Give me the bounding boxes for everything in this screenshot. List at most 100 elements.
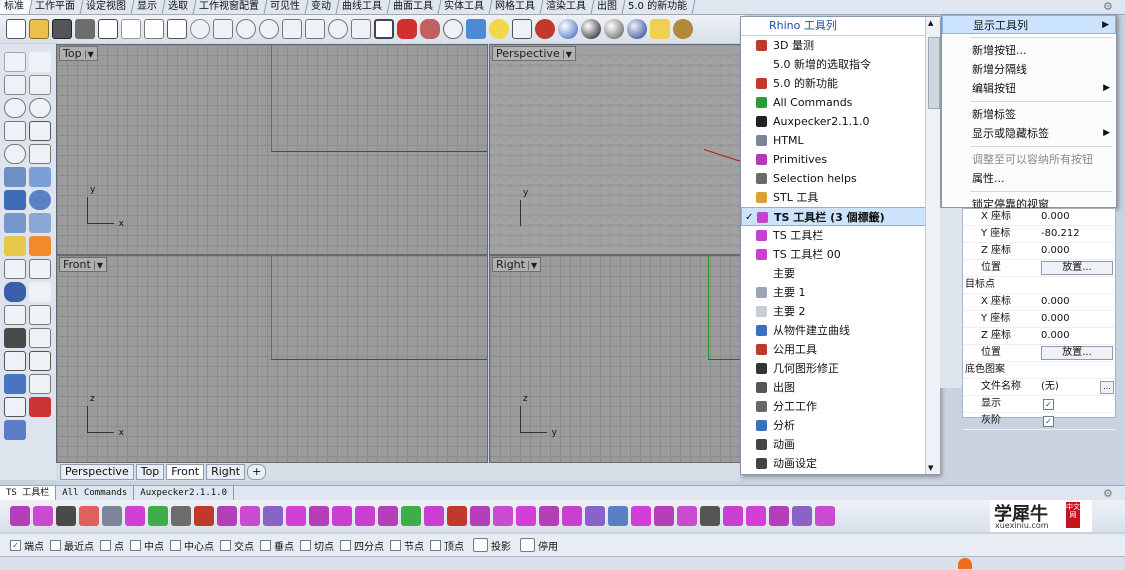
- toolbar-list-item[interactable]: HTML: [741, 131, 939, 150]
- toolbar-list-item[interactable]: 公用工具: [741, 340, 939, 359]
- tab-viewport-layout[interactable]: 工作视窗配置: [193, 0, 268, 14]
- ts-tool-icon[interactable]: [378, 506, 398, 526]
- zoom-icon[interactable]: [259, 19, 279, 39]
- ts-tool-icon[interactable]: [33, 506, 53, 526]
- undo-view-icon[interactable]: [351, 19, 371, 39]
- toolbar-list-item[interactable]: 出图: [741, 378, 939, 397]
- text-icon[interactable]: [4, 328, 26, 348]
- menu-item-edit-button[interactable]: 编辑按钮 ▶: [942, 79, 1116, 98]
- ts-tool-icon[interactable]: [102, 506, 122, 526]
- osnap-disable[interactable]: 停用: [520, 538, 558, 553]
- chevron-down-icon[interactable]: ▼: [562, 50, 572, 59]
- ts-tool-icon[interactable]: [240, 506, 260, 526]
- rectangle-icon[interactable]: [29, 121, 51, 141]
- scroll-up-icon[interactable]: ▲: [928, 19, 933, 27]
- dimension-icon[interactable]: [29, 328, 51, 348]
- show-checkbox[interactable]: ✓: [1043, 399, 1054, 410]
- ts-tool-icon[interactable]: [539, 506, 559, 526]
- copy-icon[interactable]: [144, 19, 164, 39]
- toolbar-list-item[interactable]: 从物件建立曲线: [741, 321, 939, 340]
- rotate-view-icon[interactable]: [236, 19, 256, 39]
- explode-icon[interactable]: [29, 236, 51, 256]
- curve-icon[interactable]: [29, 75, 51, 95]
- render-sphere-black-icon[interactable]: [581, 19, 601, 39]
- scrollbar-thumb[interactable]: [928, 37, 940, 109]
- dots-icon[interactable]: [29, 282, 51, 302]
- add-viewport-tab-button[interactable]: +: [247, 464, 267, 480]
- tab-standard[interactable]: 标准: [0, 0, 33, 14]
- osnap-item[interactable]: 顶点: [430, 538, 464, 553]
- ts-tool-icon[interactable]: [493, 506, 513, 526]
- tab-auxpecker[interactable]: Auxpecker2.1.1.0: [134, 486, 234, 500]
- analysis-icon[interactable]: [29, 397, 51, 417]
- ts-tool-icon[interactable]: [332, 506, 352, 526]
- toolbar-list-item[interactable]: STL 工具: [741, 188, 939, 207]
- osnap-item[interactable]: 四分点: [340, 538, 384, 553]
- ts-tool-icon[interactable]: [746, 506, 766, 526]
- tab-curve-tools[interactable]: 曲线工具: [336, 0, 391, 14]
- ts-tool-icon[interactable]: [355, 506, 375, 526]
- tab-transform[interactable]: 变动: [305, 0, 340, 14]
- spheres-icon[interactable]: [29, 190, 51, 210]
- point-icon[interactable]: [29, 52, 51, 72]
- grid-array-icon[interactable]: [4, 397, 26, 417]
- mesh-icon[interactable]: [29, 213, 51, 233]
- zoom-window-icon[interactable]: [282, 19, 302, 39]
- ts-tool-icon[interactable]: [631, 506, 651, 526]
- app-tray-icon[interactable]: [958, 558, 972, 569]
- save-icon[interactable]: [52, 19, 72, 39]
- toolbar-list-item[interactable]: TS 工具栏: [741, 226, 939, 245]
- viewport-tab-perspective[interactable]: Perspective: [60, 464, 134, 480]
- osnap-item[interactable]: ✓ 端点: [10, 538, 44, 553]
- fillet-icon[interactable]: [29, 144, 51, 164]
- ts-tool-icon[interactable]: [125, 506, 145, 526]
- menu-item-show-hide-tabs[interactable]: 显示或隐藏标签 ▶: [942, 124, 1116, 143]
- toolbar-list-item[interactable]: 动画设定: [741, 454, 939, 473]
- new-file-icon[interactable]: [6, 19, 26, 39]
- osnap-checkbox[interactable]: ✓: [10, 539, 21, 551]
- osnap-project[interactable]: 投影: [473, 538, 511, 553]
- viewport-perspective[interactable]: Perspective ▼ y: [489, 44, 741, 255]
- toolbar-list-item[interactable]: 主要 2: [741, 302, 939, 321]
- render-sphere-navy-icon[interactable]: [627, 19, 647, 39]
- viewport-front[interactable]: Front ▼ z x: [56, 255, 488, 463]
- gear-icon[interactable]: ⚙: [1103, 487, 1113, 500]
- scroll-down-icon[interactable]: ▼: [928, 464, 933, 472]
- toolbar-list-item[interactable]: 分工工作: [741, 397, 939, 416]
- tab-drafting[interactable]: 出图: [591, 0, 626, 14]
- ts-tool-icon[interactable]: [10, 506, 30, 526]
- cplane-icon[interactable]: [443, 19, 463, 39]
- render-sphere-blue-icon[interactable]: [558, 19, 578, 39]
- osnap-checkbox[interactable]: [340, 539, 351, 551]
- tab-visibility[interactable]: 可见性: [264, 0, 309, 14]
- toolbar-list-item[interactable]: 分析: [741, 416, 939, 435]
- toolbar-list-item[interactable]: ✓ TS 工具栏 (3 個標籤): [741, 207, 939, 226]
- tab-ts-toolbar[interactable]: TS 工具栏: [0, 486, 57, 500]
- four-view-icon[interactable]: [374, 19, 394, 39]
- box-icon[interactable]: [4, 190, 26, 210]
- boolean-icon[interactable]: [4, 282, 26, 302]
- osnap-item[interactable]: 节点: [390, 538, 424, 553]
- arc-icon[interactable]: [29, 98, 51, 118]
- ts-tool-icon[interactable]: [562, 506, 582, 526]
- osnap-checkbox[interactable]: [170, 539, 181, 551]
- tab-set-view[interactable]: 设定视图: [80, 0, 135, 14]
- osnap-item[interactable]: 交点: [220, 538, 254, 553]
- tab-new-in-v5[interactable]: 5.0 的新功能: [622, 0, 696, 14]
- place-target-button[interactable]: 放置...: [1041, 346, 1113, 360]
- chevron-down-icon[interactable]: ▼: [84, 50, 94, 59]
- menu-item-properties[interactable]: 属性...: [942, 169, 1116, 188]
- polyline-icon[interactable]: [4, 75, 26, 95]
- expand-chevron-icon[interactable]: [29, 420, 51, 440]
- grayscale-checkbox[interactable]: ✓: [1043, 416, 1054, 427]
- settings-gear-icon[interactable]: [673, 19, 693, 39]
- osnap-checkbox[interactable]: [50, 539, 61, 551]
- menu-item-new-button[interactable]: 新增按钮...: [942, 41, 1116, 60]
- bulb-light-icon[interactable]: [4, 236, 26, 256]
- cylinder-icon[interactable]: [4, 213, 26, 233]
- ts-tool-icon[interactable]: [217, 506, 237, 526]
- ts-tool-icon[interactable]: [815, 506, 835, 526]
- chevron-down-icon[interactable]: ▼: [93, 261, 103, 270]
- tab-display[interactable]: 显示: [131, 0, 166, 14]
- place-button[interactable]: 放置...: [1041, 261, 1113, 275]
